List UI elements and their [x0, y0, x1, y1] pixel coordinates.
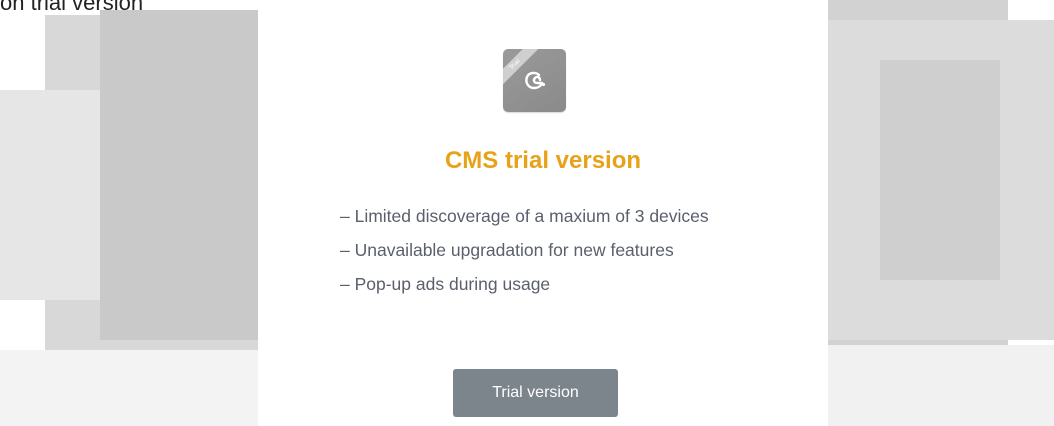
blurred-panel: [100, 10, 260, 340]
card-title: CMS trial version: [444, 147, 642, 174]
feature-item: – Unavailable upgradation for new featur…: [340, 240, 674, 260]
swirl-icon: [525, 71, 546, 90]
cms-app-logo: Trial: [503, 49, 566, 112]
feature-list: – Limited discoverage of a maxium of 3 d…: [340, 204, 709, 306]
feature-item: – Pop-up ads during usage: [340, 274, 551, 294]
blurred-strip: [828, 345, 1054, 426]
caption-text: on trial version: [0, 0, 144, 15]
blurred-panel: [880, 60, 1000, 280]
trial-version-button[interactable]: Trial version: [453, 369, 618, 417]
blurred-strip: [0, 350, 260, 426]
trial-card: Trial CMS trial version – Limited discov…: [258, 9, 828, 426]
feature-item: – Limited discoverage of a maxium of 3 d…: [340, 206, 709, 226]
